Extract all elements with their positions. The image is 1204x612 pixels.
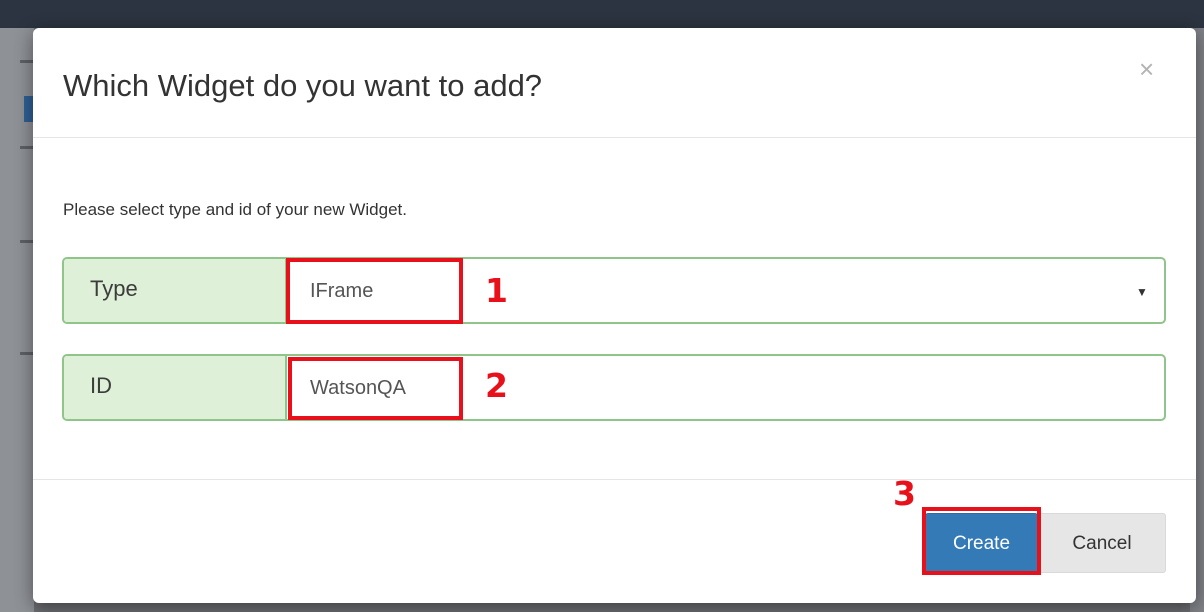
dialog-title: Which Widget do you want to add? — [63, 68, 543, 103]
close-icon[interactable]: × — [1139, 56, 1154, 82]
add-widget-dialog: Which Widget do you want to add? × Pleas… — [33, 28, 1196, 603]
step-number-1: 1 — [485, 271, 508, 310]
dialog-intro-text: Please select type and id of your new Wi… — [63, 200, 407, 219]
widget-type-select[interactable]: Type IFrame ▼ — [62, 257, 1166, 324]
dialog-header: Which Widget do you want to add? × — [33, 28, 1196, 138]
step-number-3: 3 — [893, 474, 916, 513]
widget-id-input[interactable]: ID WatsonQA — [62, 354, 1166, 421]
highlight-box-create — [922, 507, 1041, 575]
background-divider — [20, 146, 34, 149]
dropdown-caret-icon[interactable]: ▼ — [1136, 285, 1148, 299]
background-divider — [20, 352, 34, 355]
highlight-box-id — [288, 357, 463, 420]
highlight-box-type — [286, 258, 463, 324]
step-number-2: 2 — [485, 366, 508, 405]
cancel-button[interactable]: Cancel — [1038, 513, 1166, 573]
id-label: ID — [64, 356, 287, 419]
background-divider — [20, 240, 34, 243]
background-divider — [20, 60, 34, 63]
type-label: Type — [64, 259, 287, 322]
background-navbar — [0, 0, 1204, 28]
